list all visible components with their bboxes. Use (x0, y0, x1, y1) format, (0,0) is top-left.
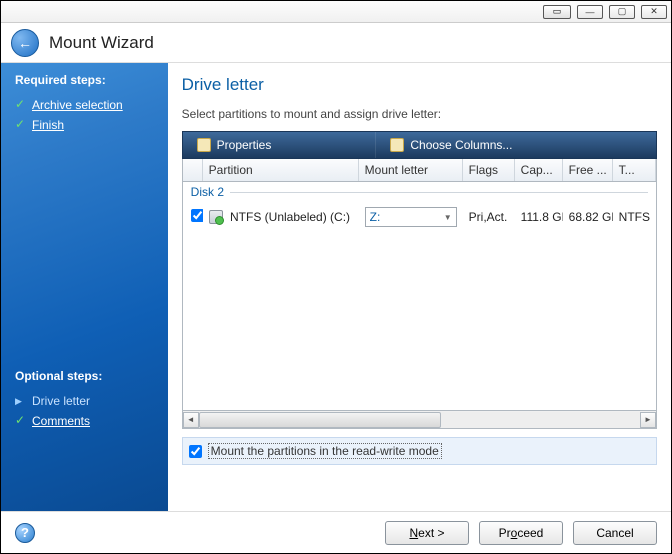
sidebar-item-finish[interactable]: Finish (15, 115, 168, 135)
main-panel: Drive letter Select partitions to mount … (168, 63, 671, 511)
wizard-title: Mount Wizard (49, 33, 154, 53)
col-mount-letter[interactable]: Mount letter (359, 159, 463, 181)
wizard-header: ← Mount Wizard (1, 23, 671, 63)
arrow-icon (15, 396, 26, 407)
partition-grid: Partition Mount letter Flags Cap... Free… (182, 159, 657, 411)
col-checkbox[interactable] (183, 159, 203, 181)
toolbar-label: Choose Columns... (410, 138, 512, 152)
row-checkbox[interactable] (191, 209, 203, 222)
col-capacity[interactable]: Cap... (515, 159, 563, 181)
cancel-button[interactable]: Cancel (573, 521, 657, 545)
sidebar-item-label: Finish (32, 118, 64, 132)
titlebar: ▭ ― ▢ ✕ (1, 1, 671, 23)
disk-group-label: Disk 2 (191, 185, 224, 199)
row-type: NTFS (613, 207, 656, 227)
partition-row[interactable]: NTFS (Unlabeled) (C:) Z: ▼ Pri,Act. 111.… (183, 202, 656, 232)
scroll-right-button[interactable]: ► (640, 412, 656, 428)
divider (230, 192, 648, 193)
choose-columns-button[interactable]: Choose Columns... (375, 132, 526, 158)
sidebar-item-label: Archive selection (32, 98, 123, 112)
properties-button[interactable]: Properties (183, 132, 286, 158)
minimize-button[interactable]: ― (577, 5, 603, 19)
sidebar-item-label: Comments (32, 414, 90, 428)
scroll-thumb[interactable] (199, 412, 442, 428)
sidebar-item-drive-letter[interactable]: Drive letter (15, 391, 158, 411)
back-arrow-icon: ← (18, 35, 32, 51)
page-subtitle: Select partitions to mount and assign dr… (182, 107, 657, 121)
window-icon: ▭ (543, 5, 571, 19)
proceed-button[interactable]: Proceed (479, 521, 563, 545)
close-button[interactable]: ✕ (641, 5, 667, 19)
mount-letter-select[interactable]: Z: ▼ (365, 207, 457, 227)
check-icon (15, 120, 26, 131)
row-capacity: 111.8 GB (515, 207, 563, 227)
row-flags: Pri,Act. (463, 207, 515, 227)
required-steps-label: Required steps: (15, 73, 168, 87)
optional-steps-label: Optional steps: (15, 369, 158, 383)
col-flags[interactable]: Flags (463, 159, 515, 181)
row-free: 68.82 GB (563, 207, 613, 227)
drive-icon (209, 210, 223, 224)
sidebar-item-comments[interactable]: Comments (15, 411, 158, 431)
grid-header: Partition Mount letter Flags Cap... Free… (183, 159, 656, 182)
columns-icon (390, 138, 404, 152)
scroll-left-button[interactable]: ◄ (183, 412, 199, 428)
back-button[interactable]: ← (11, 29, 39, 57)
read-write-checkbox[interactable] (189, 445, 202, 458)
help-button[interactable]: ? (15, 523, 35, 543)
page-title: Drive letter (182, 75, 657, 95)
col-type[interactable]: T... (613, 159, 656, 181)
sidebar: Required steps: Archive selection Finish… (1, 63, 168, 511)
read-write-row: Mount the partitions in the read-write m… (182, 437, 657, 465)
disk-group-row: Disk 2 (183, 182, 656, 202)
check-icon (15, 416, 26, 427)
horizontal-scrollbar[interactable]: ◄ ► (182, 411, 657, 429)
col-partition[interactable]: Partition (203, 159, 359, 181)
next-button[interactable]: Next > (385, 521, 469, 545)
footer: ? Next > Proceed Cancel (1, 511, 671, 553)
mount-letter-value: Z: (370, 210, 381, 224)
toolbar-label: Properties (217, 138, 272, 152)
read-write-label[interactable]: Mount the partitions in the read-write m… (208, 443, 442, 459)
dropdown-icon: ▼ (444, 213, 452, 222)
grid-body: Disk 2 NTFS (Unlabeled) (C:) Z: ▼ (183, 182, 656, 410)
col-free[interactable]: Free ... (563, 159, 613, 181)
sidebar-item-archive-selection[interactable]: Archive selection (15, 95, 168, 115)
properties-icon (197, 138, 211, 152)
grid-toolbar: Properties Choose Columns... (182, 131, 657, 159)
scroll-track[interactable] (199, 412, 640, 428)
check-icon (15, 100, 26, 111)
maximize-button[interactable]: ▢ (609, 5, 635, 19)
sidebar-item-label: Drive letter (32, 394, 90, 408)
partition-name: NTFS (Unlabeled) (C:) (230, 210, 350, 224)
